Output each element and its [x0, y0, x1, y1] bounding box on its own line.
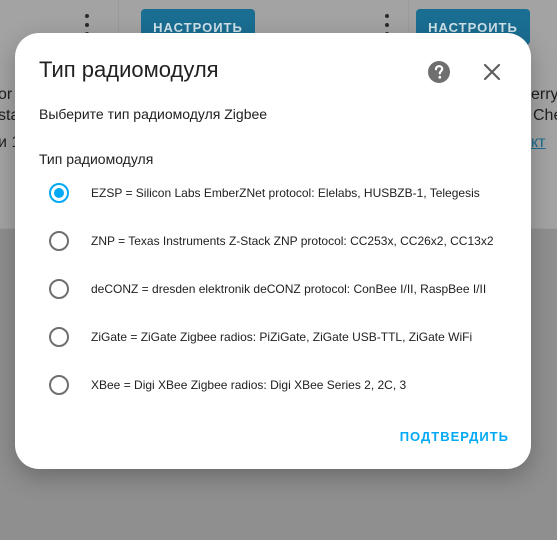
- radio-button[interactable]: [49, 231, 69, 251]
- dialog-description: Выберите тип радиомодуля Zigbee: [39, 106, 268, 122]
- radio-option-zigate[interactable]: ZiGate = ZiGate Zigbee radios: PiZiGate,…: [49, 325, 472, 349]
- card-text-fragment: or: [0, 86, 13, 103]
- radio-button[interactable]: [49, 279, 69, 299]
- card-text-fragment: erry: [531, 86, 557, 103]
- radio-button[interactable]: [49, 375, 69, 395]
- card-text-fragment: Che: [533, 107, 557, 124]
- radio-button[interactable]: [49, 183, 69, 203]
- radio-option-znp[interactable]: ZNP = Texas Instruments Z-Stack ZNP prot…: [49, 229, 494, 253]
- radio-option-label: deCONZ = dresden elektronik deCONZ proto…: [91, 282, 487, 296]
- radio-option-deconz[interactable]: deCONZ = dresden elektronik deCONZ proto…: [49, 277, 486, 301]
- radio-type-dialog: Тип радиомодуля Выберите тип радиомодуля…: [15, 33, 531, 469]
- radio-group-label: Тип радиомодуля: [39, 151, 154, 167]
- radio-button[interactable]: [49, 327, 69, 347]
- confirm-button[interactable]: ПОДТВЕРДИТЬ: [400, 429, 509, 444]
- radio-option-label: EZSP = Silicon Labs EmberZNet protocol: …: [91, 186, 480, 200]
- radio-option-label: ZiGate = ZiGate Zigbee radios: PiZiGate,…: [91, 330, 473, 344]
- radio-option-label: XBee = Digi XBee Zigbee radios: Digi XBe…: [91, 378, 407, 392]
- radio-option-ezsp[interactable]: EZSP = Silicon Labs EmberZNet protocol: …: [49, 181, 480, 205]
- help-circle-icon[interactable]: [427, 60, 451, 84]
- card-link[interactable]: кт: [531, 134, 546, 152]
- close-icon[interactable]: [480, 60, 504, 84]
- radio-option-xbee[interactable]: XBee = Digi XBee Zigbee radios: Digi XBe…: [49, 373, 406, 397]
- radio-option-label: ZNP = Texas Instruments Z-Stack ZNP prot…: [91, 234, 494, 248]
- dialog-title: Тип радиомодуля: [39, 57, 219, 82]
